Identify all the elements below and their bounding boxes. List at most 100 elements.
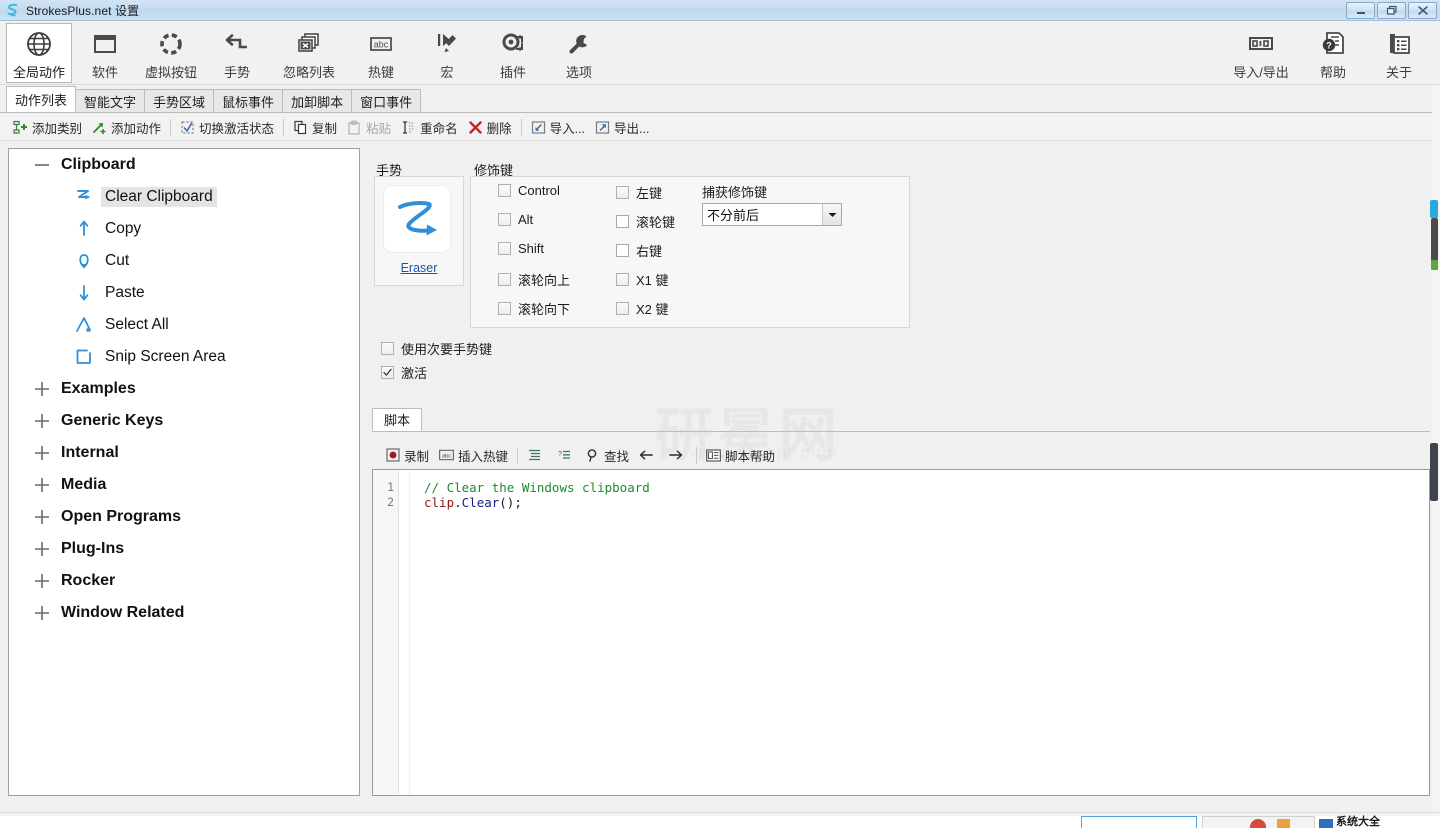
record-button[interactable]: 录制 — [380, 444, 434, 467]
rename-button[interactable]: 重命名 — [396, 116, 463, 139]
export-button[interactable]: 导出... — [590, 116, 654, 139]
checkbox-wheel-up[interactable]: 滚轮向上 — [498, 270, 570, 289]
close-button[interactable] — [1408, 2, 1437, 19]
tab-load-unload-scripts[interactable]: 加卸脚本 — [282, 89, 353, 112]
tree-item-paste[interactable]: Paste — [9, 277, 359, 309]
checkbox-box[interactable] — [616, 244, 629, 257]
checkbox-box[interactable] — [616, 215, 629, 228]
ribbon-item-options[interactable]: 选项 — [546, 23, 612, 83]
ribbon-item-help[interactable]: ? 帮助 — [1300, 23, 1366, 83]
tree-group-label: Examples — [61, 380, 136, 397]
plus-icon[interactable] — [29, 536, 55, 562]
checkbox-wheel-down[interactable]: 滚轮向下 — [498, 299, 570, 318]
plus-icon[interactable] — [29, 504, 55, 530]
checkbox-middle-button[interactable]: 滚轮键 — [616, 212, 675, 231]
ribbon-item-virtual-buttons[interactable]: 虚拟按钮 — [138, 23, 204, 83]
minus-icon[interactable] — [29, 152, 55, 178]
checkbox-box[interactable] — [498, 213, 511, 226]
find-button[interactable]: 查找 — [580, 444, 634, 467]
tree-group-generic-keys[interactable]: Generic Keys — [9, 405, 359, 437]
checkbox-enabled[interactable]: 激活 — [381, 363, 427, 382]
minimize-button[interactable] — [1346, 2, 1375, 19]
capture-modifier-select[interactable]: 不分前后 — [702, 203, 842, 226]
tab-script[interactable]: 脚本 — [372, 408, 423, 431]
tab-gesture-zones[interactable]: 手势区域 — [144, 89, 215, 112]
checkbox-control[interactable]: Control — [498, 183, 560, 198]
ribbon-label: 软件 — [91, 65, 118, 80]
navigate-back-button[interactable] — [634, 446, 663, 465]
checkbox-box[interactable] — [498, 273, 511, 286]
plus-icon[interactable] — [29, 472, 55, 498]
ribbon-item-hotkeys[interactable]: abc 热键 — [348, 23, 414, 83]
tree-group-clipboard[interactable]: Clipboard — [9, 149, 359, 181]
tree-group-internal[interactable]: Internal — [9, 437, 359, 469]
tab-window-events[interactable]: 窗口事件 — [351, 89, 422, 112]
tab-action-list[interactable]: 动作列表 — [6, 86, 77, 112]
checkbox-right-button[interactable]: 右键 — [616, 241, 662, 260]
ribbon-item-about[interactable]: 关于 — [1366, 23, 1432, 83]
chevron-down-icon[interactable] — [822, 204, 841, 225]
checkbox-box[interactable] — [616, 302, 629, 315]
plus-icon[interactable] — [29, 376, 55, 402]
insert-hotkey-button[interactable]: abc 插入热键 — [434, 444, 513, 467]
tree-item-snip-screen-area[interactable]: Snip Screen Area — [9, 341, 359, 373]
checkbox-left-button[interactable]: 左键 — [616, 183, 662, 202]
checkbox-box[interactable] — [616, 273, 629, 286]
tab-mouse-events[interactable]: 鼠标事件 — [213, 89, 284, 112]
checkbox-x2-button[interactable]: X2 键 — [616, 299, 669, 318]
checkbox-use-secondary-gesture-key[interactable]: 使用次要手势键 — [381, 339, 492, 358]
delete-button[interactable]: 删除 — [463, 116, 517, 139]
script-help-button[interactable]: 脚本帮助 — [701, 444, 780, 467]
ribbon-item-software[interactable]: 软件 — [72, 23, 138, 83]
plus-icon[interactable] — [29, 568, 55, 594]
checkbox-box[interactable] — [616, 186, 629, 199]
script-code-editor[interactable]: 1 2 // Clear the Windows clipboard clip.… — [372, 469, 1430, 796]
checkbox-shift[interactable]: Shift — [498, 241, 544, 256]
intellisense-button[interactable]: ? — [551, 446, 580, 465]
checkbox-box[interactable] — [498, 242, 511, 255]
ribbon-item-macros[interactable]: 宏 — [414, 23, 480, 83]
add-category-button[interactable]: 添加类别 — [8, 116, 87, 139]
toggle-active-state-button[interactable]: 切换激活状态 — [175, 116, 279, 139]
checkbox-box[interactable] — [381, 342, 394, 355]
tree-group-label: Open Programs — [61, 508, 182, 525]
action-tree-panel[interactable]: Clipboard Clear Clipboard Copy Cut Paste… — [8, 148, 360, 796]
plus-icon[interactable] — [29, 600, 55, 626]
ribbon-item-global-actions[interactable]: 全局动作 — [6, 23, 72, 83]
taskbar-item-active[interactable] — [1081, 816, 1197, 828]
ribbon-item-import-export[interactable]: 导入/导出 — [1222, 23, 1300, 83]
navigate-forward-button[interactable] — [663, 446, 692, 465]
import-button[interactable]: 导入... — [526, 116, 590, 139]
checkbox-box[interactable] — [498, 302, 511, 315]
plus-icon[interactable] — [29, 440, 55, 466]
checkbox-x1-button[interactable]: X1 键 — [616, 270, 669, 289]
code-token-identifier: clip — [424, 495, 455, 510]
checkbox-box[interactable] — [381, 366, 394, 379]
gesture-name-link[interactable]: Eraser — [374, 261, 464, 275]
tree-group-rocker[interactable]: Rocker — [9, 565, 359, 597]
ribbon-item-gestures[interactable]: 手势 — [204, 23, 270, 83]
ribbon-item-ignore-list[interactable]: 忽略列表 — [270, 23, 348, 83]
tree-item-copy[interactable]: Copy — [9, 213, 359, 245]
checkbox-box[interactable] — [498, 184, 511, 197]
tree-group-examples[interactable]: Examples — [9, 373, 359, 405]
checkbox-alt[interactable]: Alt — [498, 212, 533, 227]
indent-list-button[interactable] — [522, 446, 551, 465]
tree-group-plug-ins[interactable]: Plug-Ins — [9, 533, 359, 565]
tree-item-cut[interactable]: Cut — [9, 245, 359, 277]
tree-item-select-all[interactable]: Select All — [9, 309, 359, 341]
tree-group-media[interactable]: Media — [9, 469, 359, 501]
add-action-button[interactable]: 添加动作 — [87, 116, 166, 139]
tab-smart-text[interactable]: 智能文字 — [75, 89, 146, 112]
plus-icon[interactable] — [29, 408, 55, 434]
copy-button[interactable]: 复制 — [288, 116, 342, 139]
restore-button[interactable] — [1377, 2, 1406, 19]
tree-item-label: Copy — [105, 220, 142, 237]
tree-group-window-related[interactable]: Window Related — [9, 597, 359, 629]
gesture-preview[interactable] — [384, 186, 450, 252]
ribbon-item-plugins[interactable]: 插件 — [480, 23, 546, 83]
tree-item-clear-clipboard[interactable]: Clear Clipboard — [9, 181, 359, 213]
paste-button[interactable]: 粘贴 — [342, 116, 396, 139]
editor-code-area[interactable]: // Clear the Windows clipboard clip.Clea… — [410, 470, 1429, 795]
tree-group-open-programs[interactable]: Open Programs — [9, 501, 359, 533]
